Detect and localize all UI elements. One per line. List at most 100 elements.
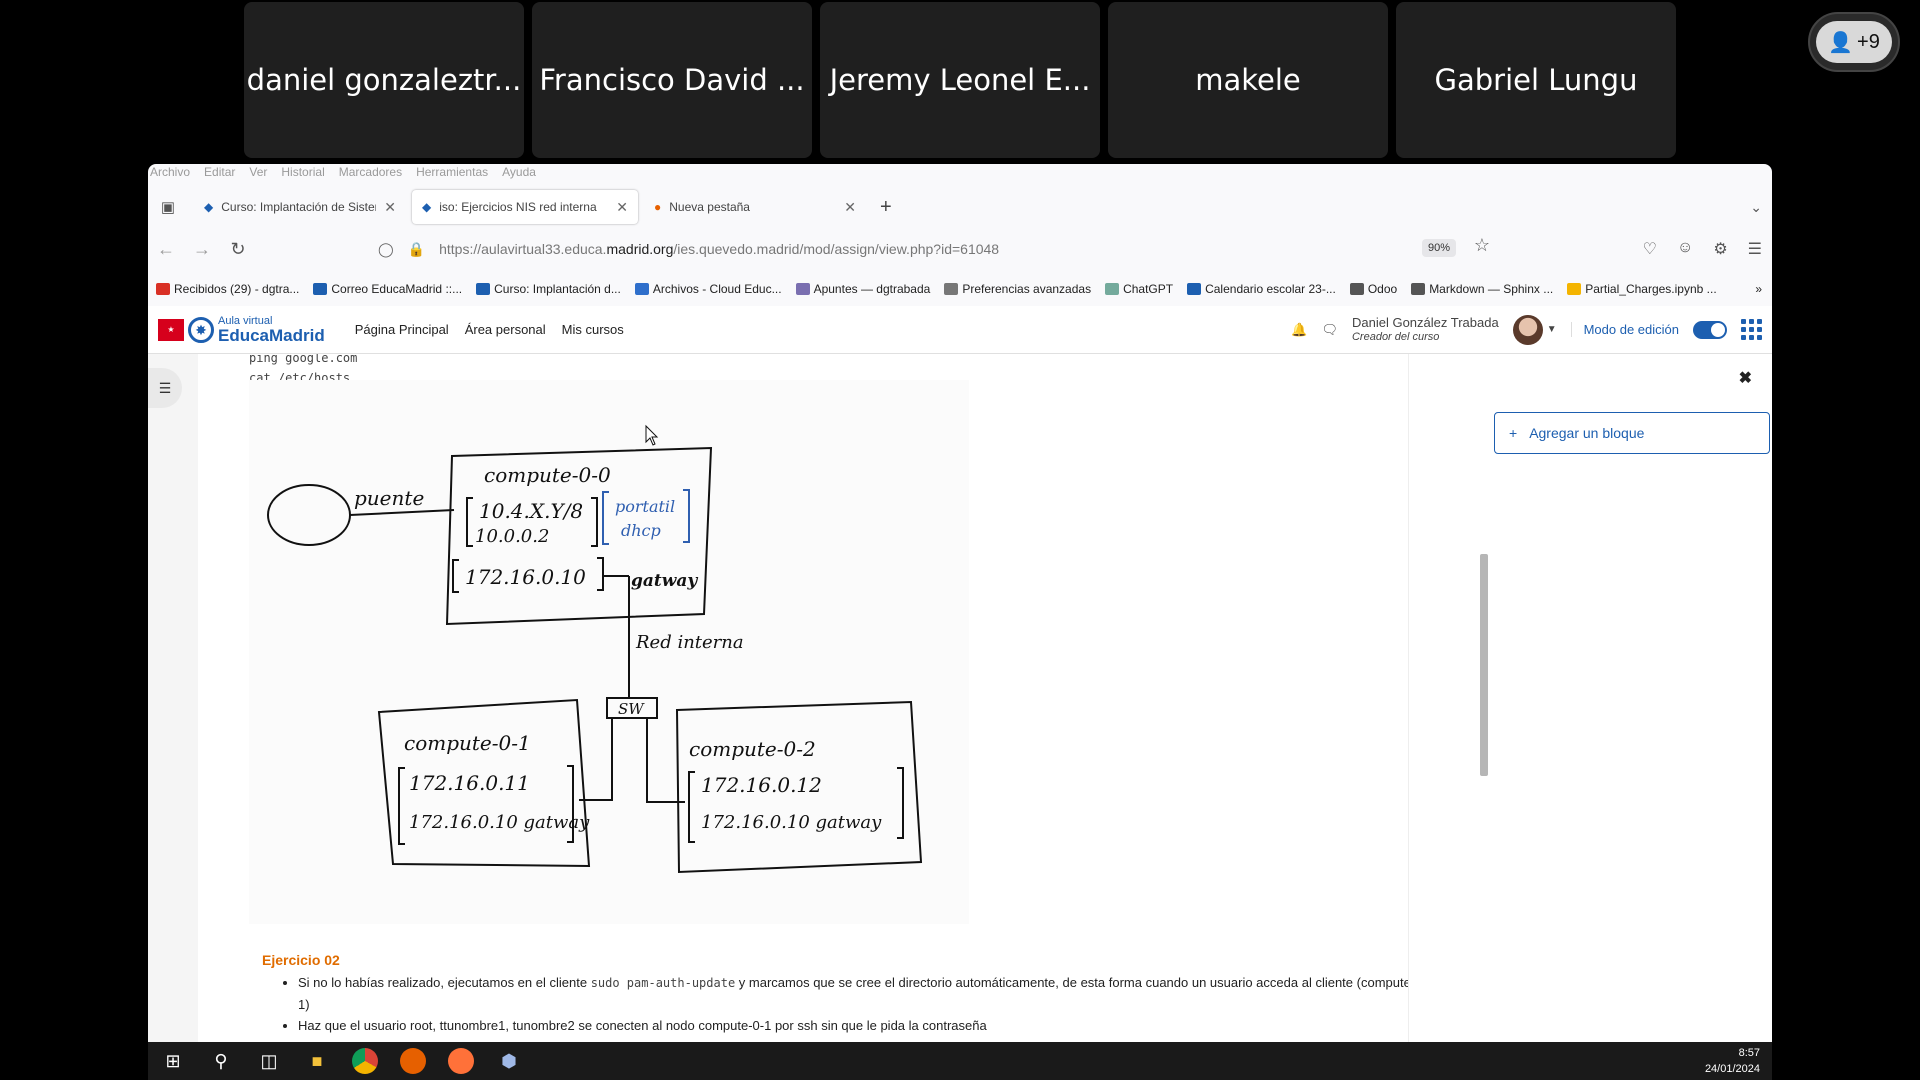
bookmark-item[interactable]: Partial_Charges.ipynb ... bbox=[1567, 282, 1717, 296]
participant-tile[interactable]: Francisco David ... bbox=[532, 2, 812, 158]
browser-tab-active[interactable]: ◆ iso: Ejercicios NIS red interna ✕ bbox=[412, 190, 638, 224]
page-scrollbar[interactable] bbox=[1480, 554, 1488, 776]
participant-name: Gabriel Lungu bbox=[1434, 63, 1638, 97]
user-menu[interactable]: Daniel González Trabada Creador del curs… bbox=[1352, 315, 1499, 344]
nav-mis-cursos[interactable]: Mis cursos bbox=[562, 322, 624, 337]
firefox-dev-icon[interactable] bbox=[448, 1048, 474, 1074]
participant-tiles: daniel gonzaleztr... Francisco David ...… bbox=[244, 2, 1676, 158]
bookmark-label: Recibidos (29) - dgtra... bbox=[174, 282, 300, 296]
close-tab-icon[interactable]: ✕ bbox=[616, 199, 628, 216]
bookmarks-bar: Recibidos (29) - dgtra... Correo EducaMad… bbox=[148, 278, 1772, 300]
bookmark-favicon-icon bbox=[795, 283, 810, 295]
madrid-flag-icon: ★ bbox=[158, 318, 184, 341]
new-tab-icon[interactable]: + bbox=[880, 196, 892, 219]
system-clock[interactable]: 8:57 24/01/2024 bbox=[1705, 1045, 1760, 1077]
compute0-note1: portatil bbox=[615, 497, 675, 516]
participant-name: makele bbox=[1195, 63, 1301, 97]
nav-pagina-principal[interactable]: Página Principal bbox=[355, 322, 449, 337]
task-view-icon[interactable]: ◫ bbox=[256, 1048, 282, 1074]
bookmark-label: Curso: Implantación d... bbox=[494, 282, 621, 296]
menu-item-editar[interactable]: Editar bbox=[204, 165, 235, 179]
browser-tab[interactable]: ● Nueva pestaña ✕ bbox=[644, 190, 866, 224]
participant-tile[interactable]: daniel gonzaleztr... bbox=[244, 2, 524, 158]
bookmark-label: Calendario escolar 23-... bbox=[1205, 282, 1336, 296]
bookmark-favicon-icon bbox=[156, 283, 170, 295]
add-block-label: Agregar un bloque bbox=[1529, 425, 1645, 441]
compute1-title: compute-0-1 bbox=[404, 731, 531, 755]
extensions-icon[interactable]: ⚙ bbox=[1713, 239, 1727, 259]
search-icon[interactable]: ⚲ bbox=[208, 1048, 234, 1074]
account-icon[interactable]: ☺ bbox=[1677, 239, 1693, 259]
educamadrid-logo[interactable]: ★ ✸ Aula virtual EducaMadrid bbox=[158, 314, 325, 344]
bookmark-item[interactable]: Curso: Implantación d... bbox=[476, 282, 621, 296]
exercise-list: Si no lo habías realizado, ejecutamos en… bbox=[298, 972, 1408, 1036]
bell-icon[interactable]: 🔔 bbox=[1291, 322, 1307, 338]
bookmark-item[interactable]: Recibidos (29) - dgtra... bbox=[156, 282, 299, 296]
bookmark-item[interactable]: Correo EducaMadrid ::... bbox=[313, 282, 462, 296]
virtualbox-icon[interactable]: ⬢ bbox=[496, 1048, 522, 1074]
compute2-ip: 172.16.0.12 bbox=[701, 773, 822, 797]
windows-start-icon[interactable]: ⊞ bbox=[160, 1048, 186, 1074]
participant-tile[interactable]: makele bbox=[1108, 2, 1388, 158]
url-text: https://aulavirtual33.educa.madrid.org/i… bbox=[439, 241, 999, 257]
bookmark-label: Apuntes — dgtrabada bbox=[813, 282, 931, 296]
more-bookmarks-icon[interactable]: » bbox=[1755, 282, 1772, 296]
compute2-gateway: 172.16.0.10 gatway bbox=[701, 812, 882, 833]
compute2-title: compute-0-2 bbox=[689, 737, 816, 761]
edit-mode-label: Modo de edición bbox=[1570, 322, 1679, 337]
chevron-down-icon[interactable]: ⌄ bbox=[1750, 199, 1762, 216]
menu-item-marcadores[interactable]: Marcadores bbox=[339, 165, 402, 179]
reload-icon[interactable]: ↻ bbox=[220, 239, 256, 260]
edit-mode-toggle[interactable] bbox=[1693, 320, 1727, 339]
close-tab-icon[interactable]: ✕ bbox=[844, 199, 856, 216]
add-block-button[interactable]: + Agregar un bloque bbox=[1494, 412, 1770, 454]
forward-icon[interactable]: → bbox=[184, 239, 220, 260]
avatar[interactable] bbox=[1512, 314, 1543, 345]
bridge-label: puente bbox=[354, 486, 424, 510]
firefox-icon[interactable] bbox=[400, 1048, 426, 1074]
mouse-cursor-icon bbox=[645, 424, 659, 446]
cloud-shape bbox=[267, 484, 351, 546]
bookmark-item[interactable]: Apuntes — dgtrabada bbox=[795, 282, 931, 296]
nav-area-personal[interactable]: Área personal bbox=[465, 322, 546, 337]
close-icon[interactable]: ✖ bbox=[1739, 368, 1752, 388]
participant-tile[interactable]: Gabriel Lungu bbox=[1396, 2, 1676, 158]
gateway-label: gatway bbox=[631, 571, 698, 591]
url-bar[interactable]: ◯ 🔒 https://aulavirtual33.educa.madrid.o… bbox=[378, 233, 1500, 265]
bookmark-favicon-icon bbox=[1105, 283, 1120, 295]
hamburger-menu-icon[interactable]: ☰ bbox=[1748, 239, 1762, 259]
back-icon[interactable]: ← bbox=[148, 239, 184, 260]
menu-item-herramientas[interactable]: Herramientas bbox=[416, 165, 488, 179]
participant-tile[interactable]: Jeremy Leonel E... bbox=[820, 2, 1100, 158]
menu-bar: Archivo Editar Ver Historial Marcadores … bbox=[148, 164, 1772, 180]
bookmark-item[interactable]: Calendario escolar 23-... bbox=[1187, 282, 1336, 296]
logo-line1: Aula virtual bbox=[218, 314, 273, 327]
lock-icon[interactable]: 🔒 bbox=[408, 241, 425, 258]
chrome-icon[interactable] bbox=[352, 1048, 378, 1074]
chat-icon[interactable]: 🗨 bbox=[1321, 322, 1338, 338]
menu-item-historial[interactable]: Historial bbox=[281, 165, 324, 179]
apps-grid-icon[interactable] bbox=[1741, 319, 1762, 340]
chevron-down-icon[interactable]: ▼ bbox=[1547, 324, 1557, 335]
bookmark-item[interactable]: Odoo bbox=[1349, 282, 1397, 296]
star-icon[interactable]: ☆ bbox=[1474, 235, 1490, 256]
menu-item-ver[interactable]: Ver bbox=[249, 165, 267, 179]
browser-tab[interactable]: ◆ Curso: Implantación de Sistema ✕ bbox=[194, 190, 406, 224]
shield-icon[interactable]: ◯ bbox=[378, 241, 394, 258]
bookmark-item[interactable]: Archivos - Cloud Educ... bbox=[634, 282, 782, 296]
bookmark-label: Preferencias avanzadas bbox=[962, 282, 1092, 296]
file-explorer-icon[interactable]: ■ bbox=[304, 1048, 330, 1074]
pocket-icon[interactable]: ♡ bbox=[1643, 239, 1657, 259]
bookmark-item[interactable]: Preferencias avanzadas bbox=[944, 282, 1091, 296]
bookmark-item[interactable]: Markdown — Sphinx ... bbox=[1411, 282, 1553, 296]
list-item: Si no lo habías realizado, ejecutamos en… bbox=[298, 972, 1408, 1015]
tab-list-icon[interactable]: ▣ bbox=[148, 198, 188, 216]
exercise-title: Ejercicio 02 bbox=[262, 952, 340, 968]
more-participants-button[interactable]: 👤 +9 bbox=[1808, 12, 1900, 72]
close-tab-icon[interactable]: ✕ bbox=[384, 199, 396, 216]
person-icon: 👤 bbox=[1828, 31, 1854, 54]
zoom-level[interactable]: 90% bbox=[1421, 239, 1456, 257]
menu-item-archivo[interactable]: Archivo bbox=[150, 165, 190, 179]
menu-item-ayuda[interactable]: Ayuda bbox=[502, 165, 536, 179]
bookmark-item[interactable]: ChatGPT bbox=[1105, 282, 1173, 296]
